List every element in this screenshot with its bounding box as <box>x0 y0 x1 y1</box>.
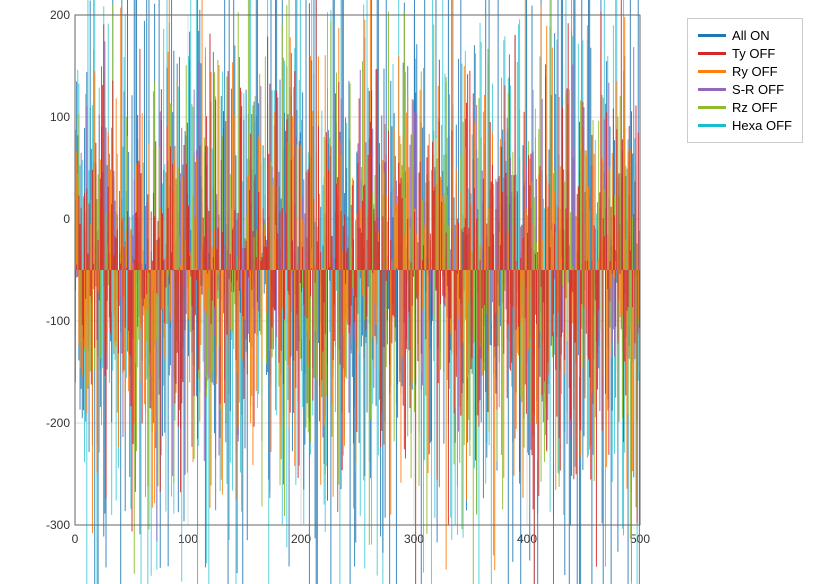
svg-text:0: 0 <box>72 532 79 546</box>
svg-text:-300: -300 <box>46 518 70 532</box>
legend-item: Rz OFF <box>698 100 792 115</box>
legend-label: S-R OFF <box>732 82 784 97</box>
legend-label: Rz OFF <box>732 100 778 115</box>
legend-color-swatch <box>698 52 726 55</box>
svg-text:-200: -200 <box>46 416 70 430</box>
chart-legend: All ON Ty OFF Ry OFF S-R OFF Rz OFF Hexa… <box>687 18 803 143</box>
legend-item: All ON <box>698 28 792 43</box>
legend-item: Ry OFF <box>698 64 792 79</box>
legend-color-swatch <box>698 34 726 37</box>
svg-text:200: 200 <box>50 8 70 22</box>
legend-label: Ty OFF <box>732 46 775 61</box>
svg-text:-100: -100 <box>46 314 70 328</box>
svg-text:0: 0 <box>63 212 70 226</box>
legend-label: All ON <box>732 28 770 43</box>
legend-label: Hexa OFF <box>732 118 792 133</box>
legend-color-swatch <box>698 106 726 109</box>
legend-item: Hexa OFF <box>698 118 792 133</box>
legend-item: Ty OFF <box>698 46 792 61</box>
legend-color-swatch <box>698 70 726 73</box>
legend-item: S-R OFF <box>698 82 792 97</box>
chart-container: 2001000-100-200-3000100200300400500 All … <box>0 0 821 584</box>
legend-color-swatch <box>698 124 726 127</box>
svg-text:100: 100 <box>178 532 198 546</box>
svg-text:100: 100 <box>50 110 70 124</box>
svg-text:200: 200 <box>291 532 311 546</box>
legend-color-swatch <box>698 88 726 91</box>
legend-label: Ry OFF <box>732 64 778 79</box>
svg-text:500: 500 <box>630 532 650 546</box>
